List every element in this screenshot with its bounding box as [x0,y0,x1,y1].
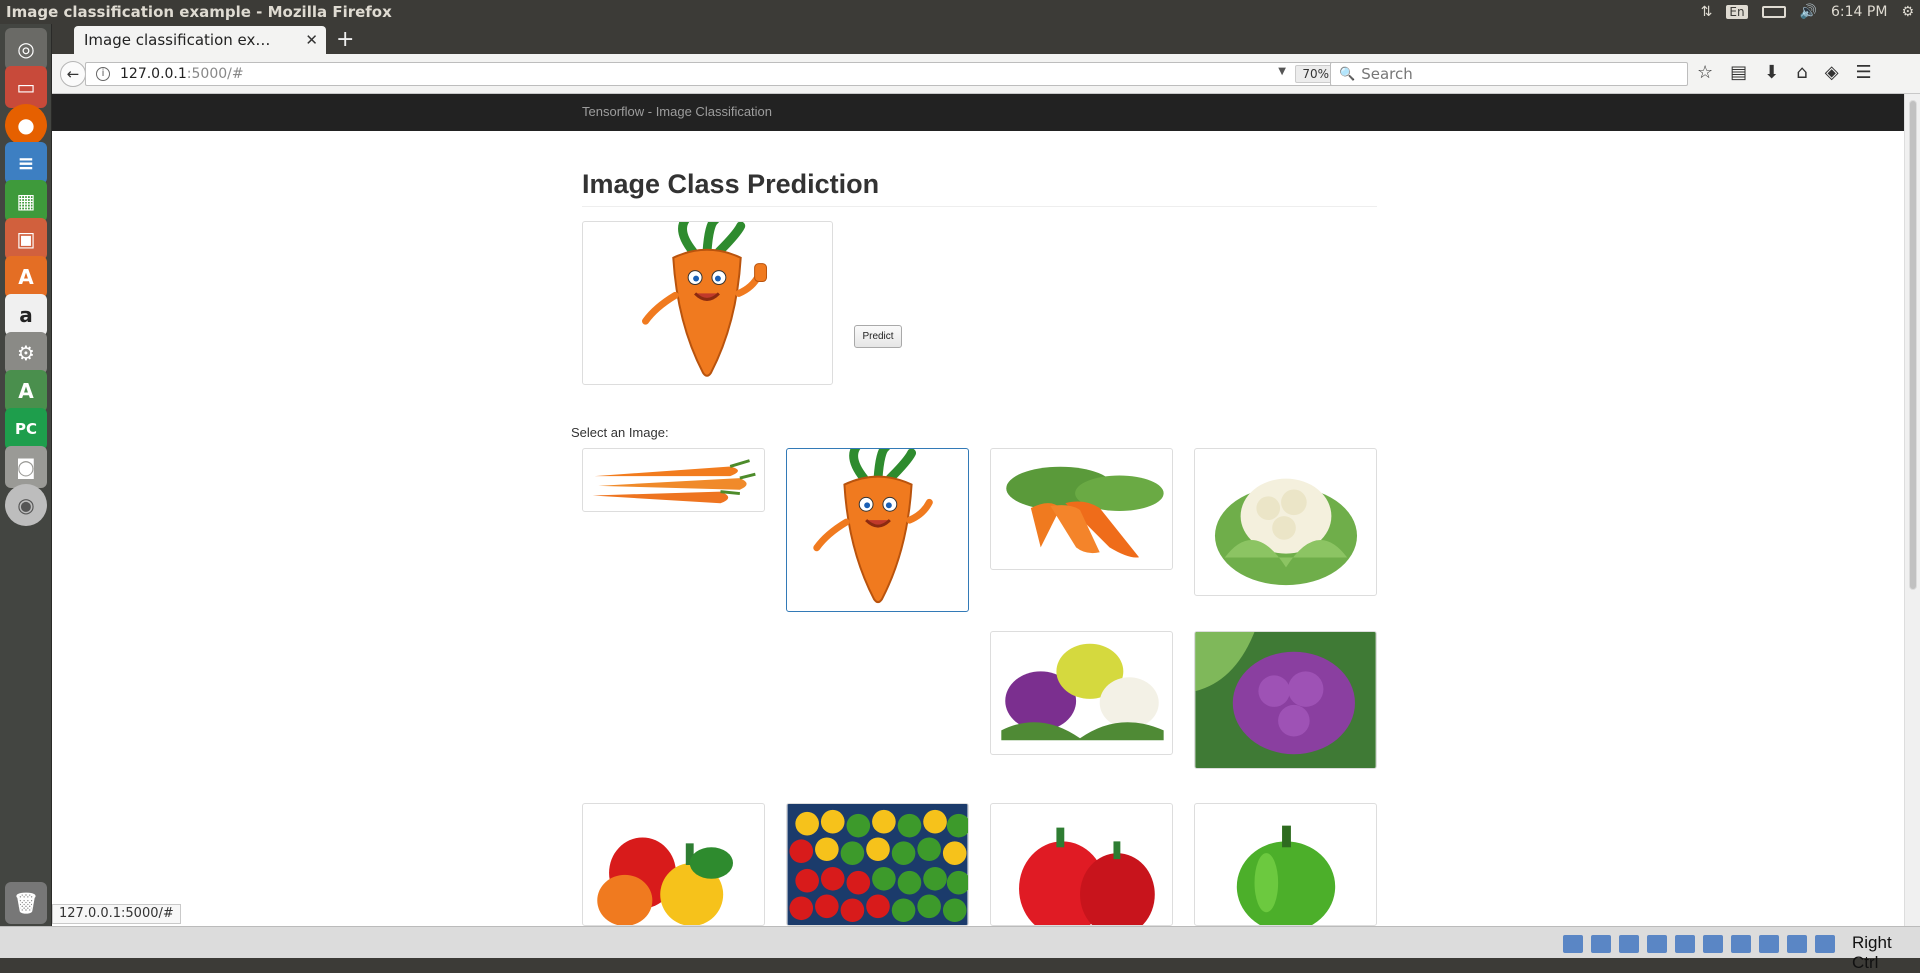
back-arrow-icon[interactable]: ← [60,61,86,87]
bookmark-star-icon[interactable]: ☆ [1697,62,1713,83]
gallery-image-carrots-bunch[interactable] [582,448,765,512]
vm-audio-icon[interactable] [1619,935,1639,953]
gallery-image-cartoon-carrot[interactable] [786,448,969,612]
pocket-icon[interactable]: ◈ [1825,62,1839,83]
cartoon-carrot-thumbnail [813,449,933,604]
download-icon[interactable]: ⬇ [1764,62,1779,83]
menu-icon[interactable]: ☰ [1856,62,1872,83]
battery-icon[interactable] [1761,6,1786,18]
gallery-image-purple-cauliflower[interactable] [1194,631,1377,769]
tab-active[interactable]: Image classification ex… ✕ [74,26,326,54]
system-tray: ⇅ En 🔊 6:14 PM ⚙ [1701,0,1914,24]
home-icon[interactable]: ⌂ [1796,62,1807,83]
writer-icon[interactable]: ≡ [5,142,47,184]
software-center-icon[interactable]: A [5,256,47,298]
volume-icon[interactable]: 🔊 [1800,4,1817,20]
select-image-label: Select an Image: [571,425,669,440]
gallery-image-green-pepper[interactable] [1194,803,1377,926]
trash-icon[interactable]: 🗑 [5,882,47,924]
disc-icon[interactable]: ◉ [5,484,47,526]
carrots-bunch-image [592,459,756,504]
new-tab-icon[interactable]: + [336,27,354,52]
navigation-toolbar: ← i 127.0.0.1:5000/# ▼ 70% ↻ 🔍 Search ☆ … [52,54,1920,94]
tab-title: Image classification ex… [84,31,271,49]
url-dropdown-icon[interactable]: ▼ [1278,66,1286,77]
app-navbar: Tensorflow - Image Classification [52,94,1904,131]
gallery-image-carrots-with-tops[interactable] [990,448,1173,570]
file-manager-icon[interactable]: ▭ [5,66,47,108]
screenshot-icon[interactable]: ◙ [5,446,47,488]
gallery-image-bell-peppers-mixed[interactable] [582,803,765,926]
page-scrollbar[interactable] [1904,94,1920,926]
firefox-icon[interactable]: ● [5,104,47,146]
page-viewport: Tensorflow - Image Classification Image … [52,94,1904,926]
system-settings-icon[interactable]: ⚙ [5,332,47,374]
white-cauliflower-image [1214,478,1358,586]
gallery-image-mixed-cauliflower[interactable] [990,631,1173,755]
app-brand-link[interactable]: Tensorflow - Image Classification [582,104,772,119]
pycharm-icon[interactable]: PC [5,408,47,450]
scrollbar-thumb[interactable] [1909,100,1917,590]
tab-close-icon[interactable]: ✕ [305,31,318,49]
settings-gear-icon[interactable]: ⚙ [1901,4,1914,20]
gallery-image-peppers-market[interactable] [786,803,969,926]
gallery-image-white-cauliflower[interactable] [1194,448,1377,596]
selected-image-preview [582,215,833,385]
vm-keyboard-icon[interactable] [1815,935,1835,953]
title-divider [582,206,1377,207]
clock[interactable]: 6:14 PM [1831,4,1887,20]
cartoon-carrot-image [642,215,768,377]
network-icon[interactable]: ⇅ [1701,4,1713,20]
bell-peppers-mixed-image [597,837,734,925]
mixed-cauliflower-image [1001,643,1164,741]
peppers-market-image [787,804,968,925]
search-icon: 🔍 [1339,66,1356,82]
vm-status-bar: Right Ctrl [0,926,1920,972]
green-pepper-image [1236,825,1336,925]
gallery-image-red-peppers[interactable] [990,803,1173,926]
keyboard-layout-indicator[interactable]: En [1726,5,1748,19]
purple-cauliflower-image [1195,632,1376,768]
search-placeholder: Search [1361,65,1413,83]
calc-icon[interactable]: ▦ [5,180,47,222]
vm-host-key: Right Ctrl [1852,933,1892,972]
predict-button[interactable]: Predict [854,325,902,348]
vm-hdd-icon[interactable] [1563,935,1583,953]
tab-strip: Image classification ex… ✕ + [52,24,1920,54]
system-top-panel: Image classification example - Mozilla F… [0,0,1920,24]
vm-shared-folder-icon[interactable] [1675,935,1695,953]
unity-launcher: ◎ ▭ ● ≡ ▦ ▣ A a ⚙ A PC ◙ ◉ 🗑 [0,24,52,932]
amazon-icon[interactable]: a [5,294,47,336]
vm-usb-icon[interactable] [1647,935,1667,953]
url-host: 127.0.0.1 [120,66,187,82]
window-title: Image classification example - Mozilla F… [6,3,392,21]
carrots-with-tops-image [1006,466,1164,558]
updater-icon[interactable]: A [5,370,47,412]
vm-mouse-icon[interactable] [1787,935,1807,953]
vm-display-icon[interactable] [1703,935,1723,953]
page-title: Image Class Prediction [582,169,880,199]
reading-list-icon[interactable]: ▤ [1730,62,1747,83]
site-info-icon[interactable]: i [96,67,110,81]
impress-icon[interactable]: ▣ [5,218,47,260]
url-path: :5000/# [186,66,244,82]
url-bar[interactable]: i 127.0.0.1:5000/# ▼ 70% ↻ [85,62,1375,86]
dash-home-icon[interactable]: ◎ [5,28,47,70]
vm-device-icons [1563,935,1835,953]
search-input[interactable]: 🔍 Search [1330,62,1688,86]
vm-optical-icon[interactable] [1591,935,1611,953]
vm-network-icon[interactable] [1731,935,1751,953]
status-link-preview: 127.0.0.1:5000/# [52,904,181,924]
red-peppers-image [1019,827,1155,925]
toolbar-icons: ☆ ▤ ⬇ ⌂ ◈ ☰ [1697,62,1872,83]
vm-capture-icon[interactable] [1759,935,1779,953]
